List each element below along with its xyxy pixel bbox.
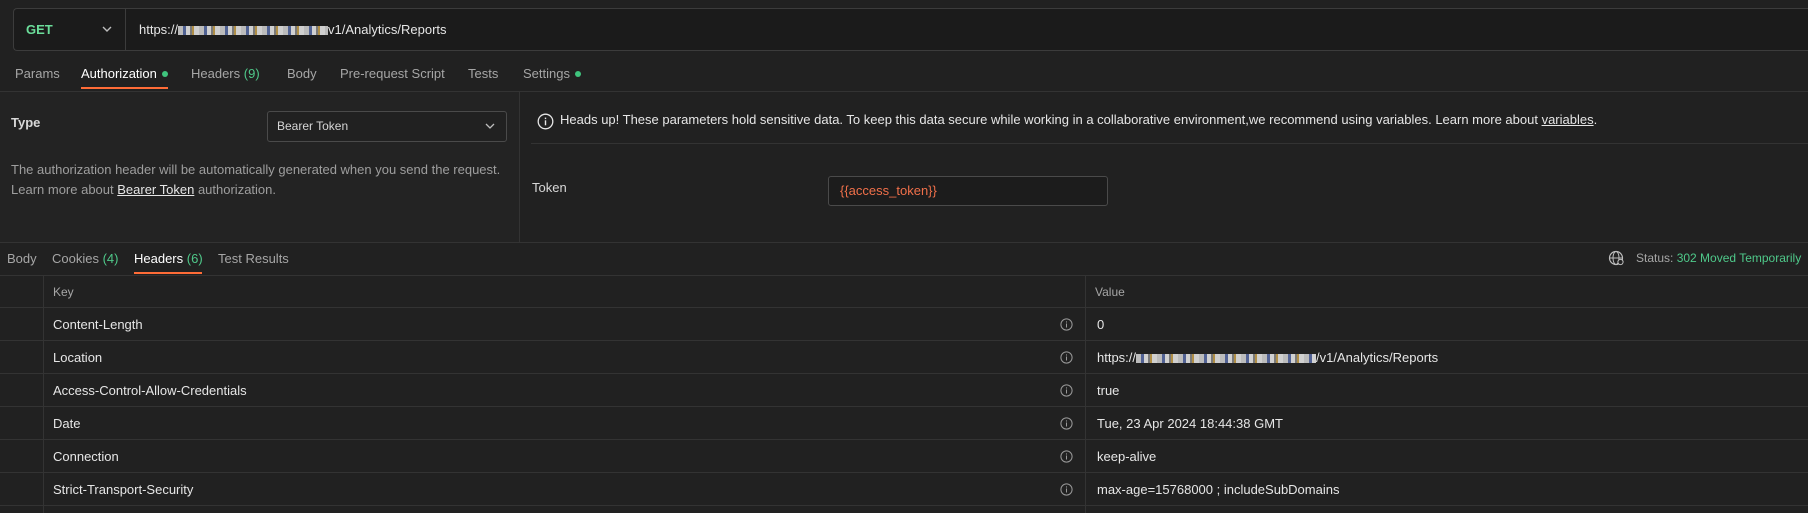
- divider: [0, 472, 1808, 473]
- column-divider: [1085, 275, 1086, 513]
- divider: [0, 242, 1808, 243]
- notice-text: Heads up! These parameters hold sensitiv…: [560, 112, 1542, 127]
- chevron-down-icon: [485, 123, 495, 129]
- tab-headers[interactable]: Headers (9): [191, 66, 260, 81]
- tab-pre-request-script[interactable]: Pre-request Script: [340, 66, 445, 81]
- url-suffix: v1/Analytics/Reports: [328, 22, 447, 37]
- location-prefix: https://: [1097, 350, 1137, 365]
- divider: [0, 307, 1808, 308]
- info-icon[interactable]: [1060, 417, 1073, 430]
- token-input[interactable]: {{access_token}}: [828, 176, 1108, 206]
- auth-desc-prefix: Learn more about: [11, 182, 118, 197]
- header-value: max-age=15768000 ; includeSubDomains: [1097, 482, 1340, 497]
- response-status: Status: 302 Moved Temporarily: [1636, 251, 1801, 265]
- divider: [519, 92, 520, 242]
- bearer-token-link[interactable]: Bearer Token: [117, 182, 194, 197]
- auth-description: The authorization header will be automat…: [11, 160, 511, 200]
- response-tab-cookies-count: (4): [102, 251, 119, 266]
- column-divider: [43, 275, 44, 513]
- divider: [0, 406, 1808, 407]
- response-tab-cookies-label: Cookies: [52, 251, 99, 266]
- response-tab-headers[interactable]: Headers (6): [134, 251, 203, 266]
- url-input[interactable]: https:// v1/Analytics/Reports: [139, 9, 447, 50]
- type-label: Type: [11, 115, 41, 130]
- header-value: keep-alive: [1097, 449, 1157, 464]
- tab-params[interactable]: Params: [15, 66, 60, 81]
- info-icon[interactable]: [1060, 384, 1073, 397]
- response-tab-cookies[interactable]: Cookies (4): [52, 251, 118, 266]
- column-header-value: Value: [1095, 285, 1125, 299]
- info-icon: [537, 113, 554, 130]
- chevron-down-icon: [102, 26, 112, 32]
- header-value: https:// /v1/Analytics/Reports: [1097, 350, 1438, 365]
- response-tab-headers-label: Headers: [134, 251, 184, 266]
- info-icon[interactable]: [1060, 351, 1073, 364]
- header-value: true: [1097, 383, 1120, 398]
- info-icon[interactable]: [1060, 483, 1073, 496]
- location-suffix: /v1/Analytics/Reports: [1316, 350, 1439, 365]
- divider: [531, 143, 1808, 144]
- tab-settings-label: Settings: [523, 66, 570, 81]
- divider: [0, 505, 1808, 506]
- status-label: Status:: [1636, 251, 1674, 265]
- auth-desc-line1: The authorization header will be automat…: [11, 162, 501, 177]
- globe-icon[interactable]: [1608, 250, 1624, 266]
- method-label: GET: [26, 22, 53, 37]
- sensitive-data-notice: Heads up! These parameters hold sensitiv…: [560, 112, 1597, 127]
- tab-headers-label: Headers: [191, 66, 241, 81]
- header-value: 0: [1097, 317, 1105, 332]
- status-dot-icon: [161, 71, 168, 77]
- tab-settings[interactable]: Settings: [523, 66, 581, 81]
- method-select[interactable]: GET: [14, 9, 126, 50]
- header-key: Location: [53, 350, 103, 365]
- active-tab-underline: [81, 87, 168, 89]
- column-header-key: Key: [53, 285, 74, 299]
- active-tab-underline: [134, 272, 202, 274]
- url-prefix: https://: [139, 22, 179, 37]
- url-bar: GET https:// v1/Analytics/Reports: [13, 8, 1808, 51]
- header-key: Connection: [53, 449, 119, 464]
- auth-desc-suffix: authorization.: [194, 182, 276, 197]
- redacted-host: [178, 26, 329, 35]
- divider: [0, 373, 1808, 374]
- tab-body[interactable]: Body: [287, 66, 317, 81]
- divider: [0, 275, 1808, 276]
- status-value: 302 Moved Temporarily: [1676, 251, 1802, 265]
- tab-authorization-label: Authorization: [81, 66, 157, 81]
- variables-link[interactable]: variables: [1542, 112, 1594, 127]
- tab-tests[interactable]: Tests: [468, 66, 498, 81]
- auth-type-value: Bearer Token: [277, 119, 349, 133]
- response-tab-test-results[interactable]: Test Results: [218, 251, 289, 266]
- status-dot-icon: [574, 71, 581, 77]
- header-value: Tue, 23 Apr 2024 18:44:38 GMT: [1097, 416, 1283, 431]
- header-key: Date: [53, 416, 81, 431]
- info-icon[interactable]: [1060, 450, 1073, 463]
- header-key: Content-Length: [53, 317, 143, 332]
- divider: [0, 340, 1808, 341]
- redacted-host: [1136, 354, 1317, 363]
- response-tab-body[interactable]: Body: [7, 251, 37, 266]
- tab-authorization[interactable]: Authorization: [81, 66, 168, 81]
- divider: [0, 439, 1808, 440]
- token-value: {{access_token}}: [840, 183, 937, 198]
- token-label: Token: [532, 180, 567, 195]
- notice-end: .: [1593, 112, 1598, 127]
- info-icon[interactable]: [1060, 318, 1073, 331]
- response-tab-headers-count: (6): [186, 251, 203, 266]
- header-key: Strict-Transport-Security: [53, 482, 194, 497]
- tab-headers-count: (9): [243, 66, 260, 81]
- auth-type-select[interactable]: Bearer Token: [267, 111, 507, 142]
- header-key: Access-Control-Allow-Credentials: [53, 383, 247, 398]
